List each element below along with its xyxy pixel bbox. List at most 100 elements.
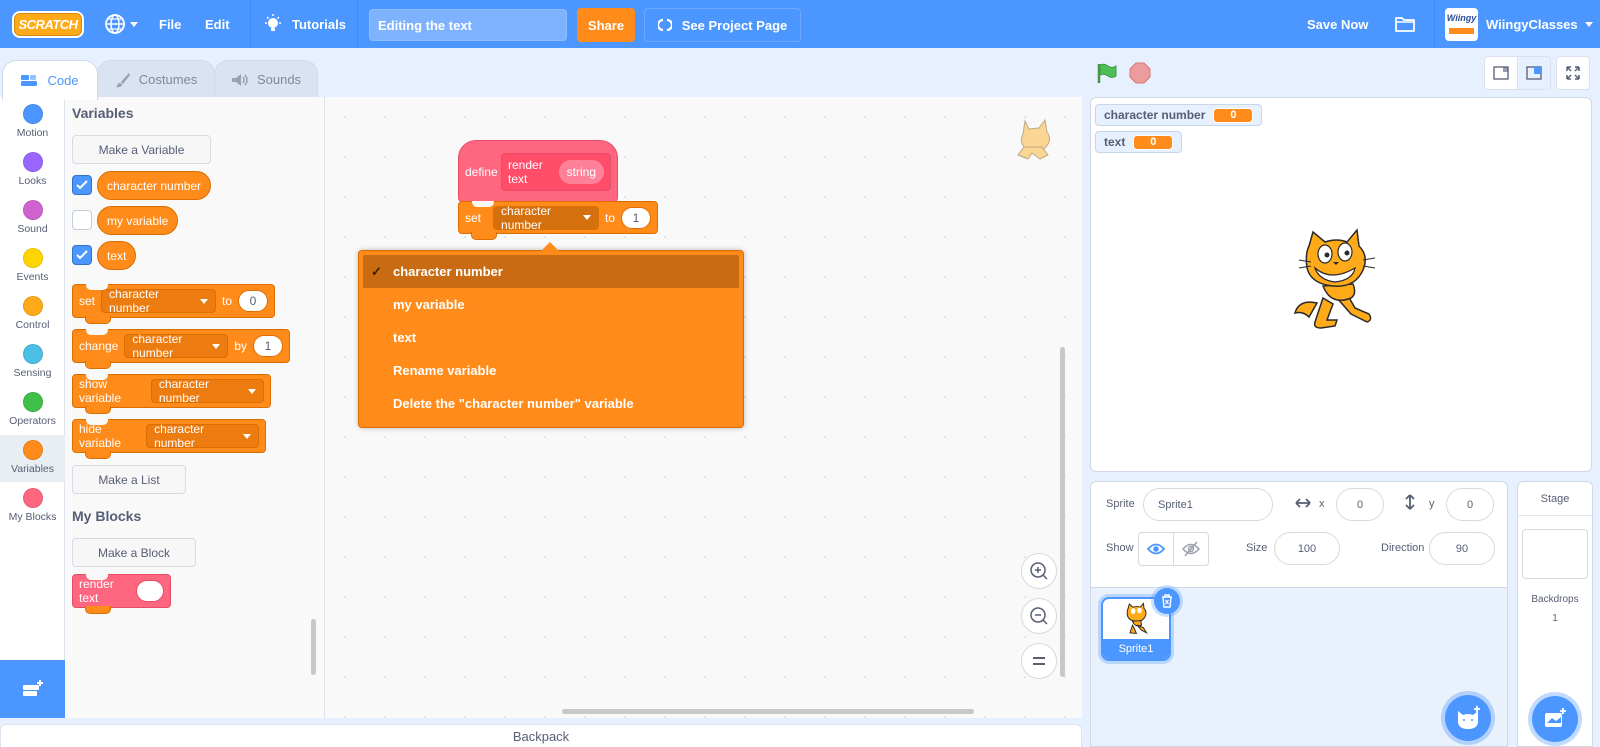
project-title-input[interactable]: Editing the text <box>369 9 567 41</box>
x-input[interactable]: 0 <box>1336 488 1384 521</box>
green-flag-icon[interactable] <box>1096 62 1118 84</box>
variable-reporter[interactable]: text <box>97 241 137 270</box>
stage-canvas[interactable]: character number 0 text 0 <box>1090 97 1592 472</box>
category-looks[interactable]: Looks <box>0 147 65 194</box>
tab-costumes[interactable]: Costumes <box>97 60 215 98</box>
category-sound[interactable]: Sound <box>0 195 65 242</box>
choose-backdrop-button[interactable] <box>1532 696 1578 742</box>
divider <box>250 0 251 48</box>
stop-icon[interactable] <box>1129 62 1151 84</box>
eye-icon <box>1147 543 1165 555</box>
fullscreen-button[interactable] <box>1556 56 1590 90</box>
brush-icon <box>115 72 130 87</box>
tab-sounds[interactable]: Sounds <box>214 60 318 98</box>
code-icon <box>21 74 38 86</box>
zoom-out-button[interactable] <box>1021 598 1057 634</box>
normal-stage-icon <box>1526 66 1542 80</box>
dropdown-item-character-number[interactable]: ✓ character number <box>363 255 739 288</box>
show-sprite-button[interactable] <box>1138 532 1174 566</box>
choose-sprite-button[interactable] <box>1445 695 1491 741</box>
variable-checkbox[interactable] <box>72 175 92 195</box>
share-button[interactable]: Share <box>577 8 635 42</box>
sprite-name-input[interactable]: Sprite1 <box>1143 488 1273 521</box>
variable-dropdown-open[interactable]: character number <box>493 204 599 232</box>
category-sensing[interactable]: Sensing <box>0 339 65 386</box>
variable-dropdown-menu: ✓ character number my variable text Renam… <box>358 242 744 428</box>
make-list-button[interactable]: Make a List <box>72 465 186 494</box>
backpack[interactable]: Backpack <box>0 724 1082 747</box>
make-block-button[interactable]: Make a Block <box>72 538 196 567</box>
category-operators[interactable]: Operators <box>0 387 65 434</box>
change-variable-block[interactable]: change character number by 1 <box>72 329 290 369</box>
set-variable-block[interactable]: set character number to 0 <box>72 284 275 324</box>
category-variables[interactable]: Variables <box>0 435 65 482</box>
block-label: by <box>234 339 247 353</box>
avatar[interactable]: Wiingy <box>1445 8 1478 41</box>
variable-dropdown[interactable]: character number <box>101 287 216 315</box>
sprite-name-label: Sprite <box>1106 498 1135 510</box>
cat-sprite[interactable] <box>1287 228 1387 336</box>
palette-scrollbar[interactable] <box>311 619 316 675</box>
chevron-down-icon <box>243 433 251 439</box>
render-text-block[interactable]: render text <box>72 574 171 614</box>
dropdown-item-rename[interactable]: Rename variable <box>363 354 739 387</box>
variable-monitor[interactable]: text 0 <box>1095 131 1183 153</box>
tutorials-button[interactable]: Tutorials <box>264 0 346 48</box>
save-now-button[interactable]: Save Now <box>1307 0 1368 48</box>
category-label: Sound <box>17 223 48 235</box>
delete-sprite-button[interactable] <box>1154 588 1180 614</box>
direction-input[interactable]: 90 <box>1429 532 1495 565</box>
variable-checkbox[interactable] <box>72 245 92 265</box>
variable-reporter[interactable]: my variable <box>97 206 179 235</box>
stage-selector[interactable]: Stage Backdrops 1 <box>1517 481 1593 747</box>
add-extension-button[interactable] <box>0 660 65 718</box>
zoom-in-button[interactable] <box>1021 553 1057 589</box>
chevron-down-icon <box>212 343 221 349</box>
value-input[interactable] <box>136 580 164 602</box>
value-input[interactable]: 1 <box>621 206 651 229</box>
dropdown-item-text[interactable]: text <box>363 321 739 354</box>
dropdown-item-my-variable[interactable]: my variable <box>363 288 739 321</box>
hide-variable-block[interactable]: hide variable character number <box>72 419 266 459</box>
scratch-logo[interactable]: SCRATCH <box>12 11 84 38</box>
category-my-blocks[interactable]: My Blocks <box>0 483 65 530</box>
motion-dot-icon <box>22 104 43 124</box>
vertical-scrollbar[interactable] <box>1060 347 1065 677</box>
category-control[interactable]: Control <box>0 291 65 338</box>
set-variable-block-script[interactable]: set character number to 1 <box>458 201 658 240</box>
chevron-down-icon <box>248 388 256 394</box>
horizontal-scrollbar[interactable] <box>562 709 974 714</box>
category-events[interactable]: Events <box>0 243 65 290</box>
tab-code[interactable]: Code <box>2 60 98 100</box>
see-project-page-button[interactable]: See Project Page <box>644 8 801 42</box>
variable-dropdown[interactable]: character number <box>146 422 259 450</box>
value-input[interactable]: 0 <box>238 290 268 312</box>
parameter-reporter[interactable]: string <box>558 160 604 184</box>
procedure-prototype[interactable]: render text string <box>501 153 611 191</box>
block-label: hide variable <box>79 422 122 450</box>
value-input[interactable]: 1 <box>253 335 283 357</box>
edit-menu[interactable]: Edit <box>205 0 230 48</box>
size-input[interactable]: 100 <box>1274 532 1340 565</box>
variable-dropdown[interactable]: character number <box>150 377 264 405</box>
variable-checkbox[interactable] <box>72 210 92 230</box>
dropdown-item-delete[interactable]: Delete the "character number" variable <box>363 387 739 420</box>
account-menu[interactable]: WiingyClasses <box>1486 0 1593 48</box>
small-stage-button[interactable] <box>1484 56 1518 90</box>
language-menu[interactable] <box>104 0 138 48</box>
sensing-dot-icon <box>22 344 43 364</box>
show-variable-block[interactable]: show variable character number <box>72 374 271 414</box>
zoom-reset-button[interactable] <box>1021 643 1057 679</box>
normal-stage-button[interactable] <box>1517 56 1551 90</box>
make-variable-button[interactable]: Make a Variable <box>72 135 211 164</box>
backdrop-thumbnail[interactable] <box>1522 529 1588 579</box>
file-menu[interactable]: File <box>159 0 181 48</box>
hide-sprite-button[interactable] <box>1173 532 1209 566</box>
my-stuff-button[interactable] <box>1394 0 1416 48</box>
variable-monitor[interactable]: character number 0 <box>1095 104 1263 126</box>
define-block[interactable]: define render text string <box>458 140 618 202</box>
category-motion[interactable]: Motion <box>0 99 65 146</box>
variable-dropdown[interactable]: character number <box>124 332 229 360</box>
variable-reporter[interactable]: character number <box>97 171 212 200</box>
y-input[interactable]: 0 <box>1446 488 1494 521</box>
